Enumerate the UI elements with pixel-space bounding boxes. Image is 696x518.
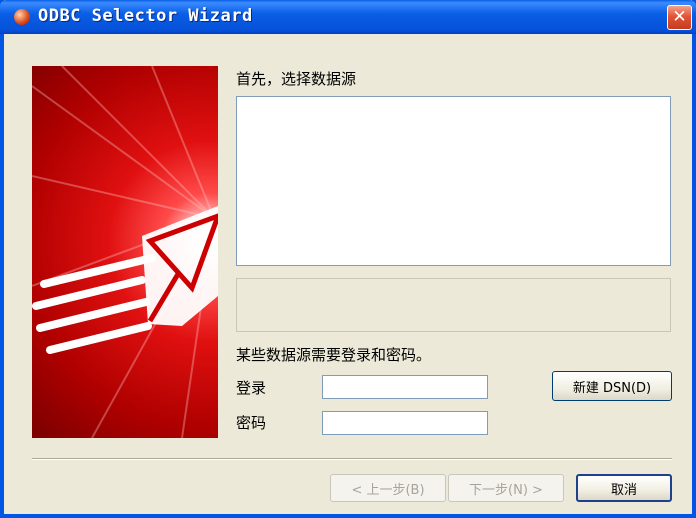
password-field[interactable] — [322, 411, 488, 435]
app-icon — [14, 9, 30, 25]
login-prompt-text: 某些数据源需要登录和密码。 — [236, 346, 432, 364]
window-title: ODBC Selector Wizard — [38, 6, 253, 26]
password-label: 密码 — [236, 414, 267, 432]
odbc-wizard-window: ODBC Selector Wizard ✕ 首先，选择数据源 某些数据源需要登… — [0, 0, 696, 518]
title-bar[interactable]: ODBC Selector Wizard ✕ — [0, 0, 696, 34]
datasource-list[interactable] — [236, 96, 671, 266]
new-dsn-button[interactable]: 新建 DSN(D) — [552, 371, 672, 401]
close-button[interactable]: ✕ — [667, 5, 692, 30]
next-button[interactable]: 下一步(N) > — [448, 474, 564, 502]
login-field[interactable] — [322, 375, 488, 399]
select-datasource-heading: 首先，选择数据源 — [236, 70, 357, 88]
divider — [32, 458, 672, 460]
envelope-icon — [31, 65, 223, 439]
back-button[interactable]: < 上一步(B) — [330, 474, 446, 502]
close-icon: ✕ — [672, 7, 687, 27]
login-label: 登录 — [236, 379, 267, 397]
cancel-button[interactable]: 取消 — [576, 474, 672, 502]
datasource-description-box — [236, 278, 671, 332]
wizard-banner-image — [31, 65, 223, 439]
